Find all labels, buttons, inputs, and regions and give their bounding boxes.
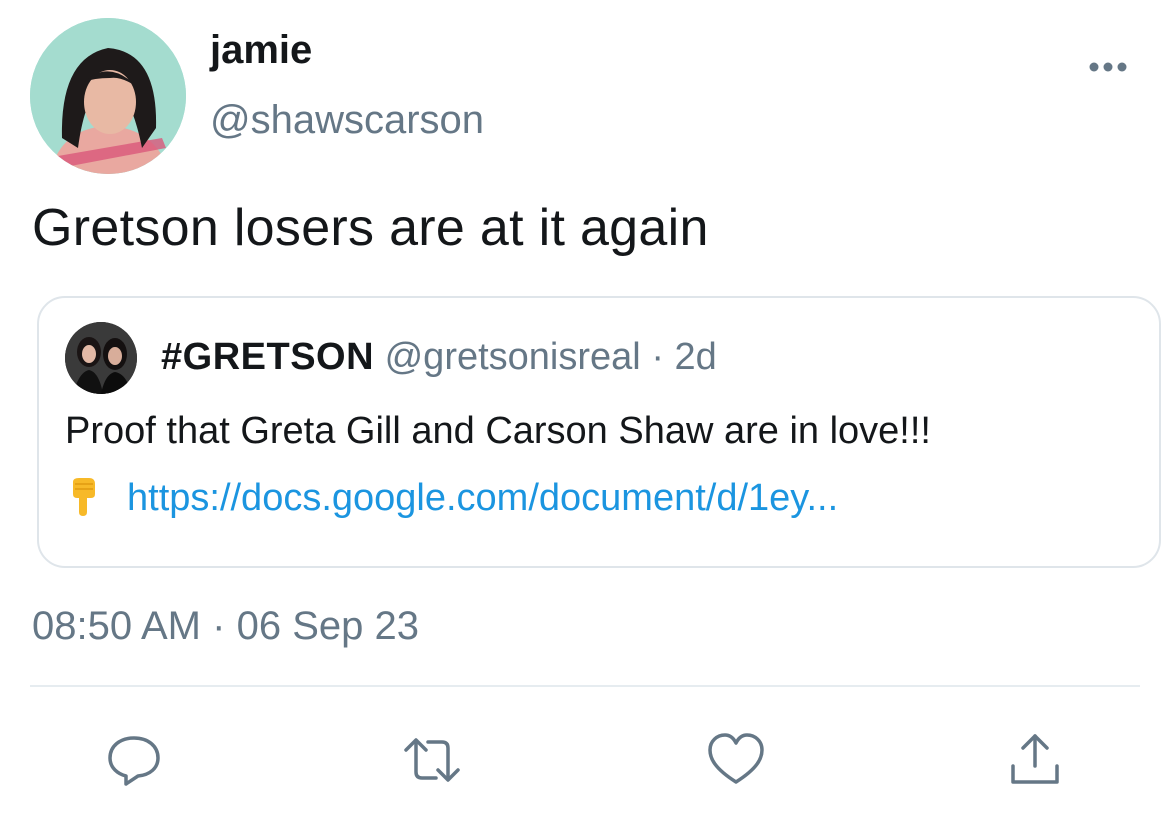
quoted-author-avatar xyxy=(65,322,137,394)
retweet-icon[interactable] xyxy=(402,730,462,790)
quoted-tweet-link[interactable]: https://docs.google.com/document/d/1ey..… xyxy=(127,477,838,519)
quoted-tweet-header: #GRETSON @gretsonisreal · 2d xyxy=(161,336,717,379)
timestamp-separator: · xyxy=(212,604,226,648)
tweet-time: 08:50 AM xyxy=(32,604,202,648)
quoted-tweet-text: Proof that Greta Gill and Carson Shaw ar… xyxy=(65,410,931,452)
like-heart-icon[interactable] xyxy=(706,730,766,790)
tweet-timestamp[interactable]: 08:50 AM · 06 Sep 23 xyxy=(32,604,419,649)
reply-icon[interactable] xyxy=(104,730,164,790)
divider xyxy=(30,685,1140,687)
author-handle[interactable]: @shawscarson xyxy=(210,98,484,143)
quoted-tweet-age: 2d xyxy=(674,336,717,378)
quoted-author-name[interactable]: #GRETSON xyxy=(161,336,374,378)
more-options-icon[interactable] xyxy=(1084,52,1132,82)
pointing-down-emoji-icon xyxy=(65,476,105,516)
author-avatar[interactable] xyxy=(30,18,186,174)
tweet-date: 06 Sep 23 xyxy=(236,604,419,648)
header-separator: · xyxy=(651,336,664,378)
quoted-tweet-link-row: https://docs.google.com/document/d/1ey..… xyxy=(65,476,838,520)
quoted-tweet-card[interactable]: #GRETSON @gretsonisreal · 2d Proof that … xyxy=(37,296,1161,568)
quoted-author-handle[interactable]: @gretsonisreal xyxy=(385,336,641,378)
share-icon[interactable] xyxy=(1005,730,1065,790)
tweet-text: Gretson losers are at it again xyxy=(32,199,709,257)
author-display-name[interactable]: jamie xyxy=(210,28,312,73)
